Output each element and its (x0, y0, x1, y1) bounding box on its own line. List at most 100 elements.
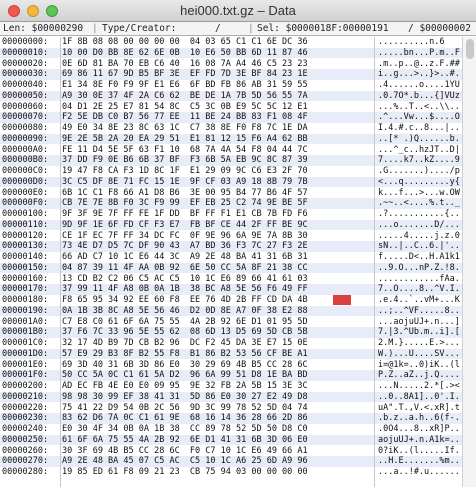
row-ascii[interactable]: .4......o....1YU (378, 80, 460, 91)
row-ascii[interactable]: ...^_c..hzJT..D| (378, 145, 460, 156)
row-ascii[interactable]: .0O4...8..xR]P.. (378, 424, 460, 435)
row-hex-bytes[interactable]: 10 00 D0 BB 8E 62 6E 0B 10 E6 50 BB 6D 1… (62, 48, 308, 59)
row-hex-bytes[interactable]: 9E 2E 5B 2A 20 EA 29 51 E1 81 12 15 F6 A… (62, 134, 308, 145)
row-ascii[interactable]: ..;..^VF.....8.. (378, 306, 460, 317)
row-hex-bytes[interactable]: 19 85 ED 61 F8 09 21 23 CB 75 94 03 00 0… (62, 467, 308, 478)
row-ascii[interactable]: ..[* .)Q......b. (378, 134, 460, 145)
row-hex-bytes[interactable]: 37 DD F9 0E B6 6B 37 BF F3 6B 5A EB 9C 8… (62, 155, 308, 166)
row-ascii[interactable]: .?...........{.. (378, 209, 460, 220)
row-ascii[interactable]: f.....D<..H.A1k1 (378, 252, 460, 263)
row-ascii[interactable]: 7.|3.^Ub.m..i].[ (378, 327, 460, 338)
hex-row[interactable]: 00000130: 73 4E D7 D5 7C DF 90 43 A7 BD 3… (0, 241, 462, 252)
row-ascii[interactable]: 7..O....8..^V.I. (378, 284, 460, 295)
row-hex-bytes[interactable]: F2 5E DB C0 B7 56 77 EE 11 BE 24 BB 83 F… (62, 112, 308, 123)
row-hex-bytes[interactable]: 98 98 30 99 EF 38 41 31 5D 86 E0 30 27 E… (62, 392, 308, 403)
row-hex-bytes[interactable]: 04 87 39 11 4F AA 0B 92 6E 50 CC 5A 8F 2… (62, 263, 308, 274)
row-hex-bytes[interactable]: 0E 6D 81 BA 70 EB C6 40 16 08 7A A4 46 C… (62, 59, 308, 70)
row-ascii[interactable]: .0.7O*.b...{]VUz (378, 91, 460, 102)
row-ascii[interactable]: .G.......)..../p (378, 166, 460, 177)
row-hex-bytes[interactable]: 61 6F 6A 75 55 4A 2B 92 6E D1 41 31 6B 3… (62, 435, 308, 446)
row-hex-bytes[interactable]: A9 30 0E 37 4F 2A C6 62 BE DE 1A 7B 5D 5… (62, 91, 308, 102)
row-hex-bytes[interactable]: 6B 1C C1 F8 66 A1 D8 B6 3E 00 95 B4 77 B… (62, 188, 308, 199)
hex-row[interactable]: 00000180: F8 65 95 34 92 EE 60 F8 EE 76 4… (0, 295, 462, 306)
row-hex-bytes[interactable]: 83 62 D6 7A 0C C1 61 9E 68 16 14 36 28 6… (62, 413, 308, 424)
row-ascii[interactable]: ..9.O...nP.Z.!8. (378, 263, 460, 274)
hex-row[interactable]: 000000D0: 3C C5 DF 8E 71 FC 15 1E 9F CF 0… (0, 176, 462, 188)
row-ascii[interactable]: i=@1k=..0)iK..(l (378, 360, 460, 371)
row-hex-bytes[interactable]: 37 99 11 4F A8 0B 0A 1B 38 BC A8 5E 56 F… (62, 284, 308, 295)
row-hex-bytes[interactable]: A9 2E 48 BA 45 07 C5 AC C5 10 1C A6 25 6… (62, 456, 308, 467)
hex-row[interactable]: 00000070: F2 5E DB C0 B7 56 77 EE 11 BE 2… (0, 112, 462, 123)
hex-row[interactable]: 000001E0: 69 3D 40 31 6B 3D 86 E0 30 29 6… (0, 360, 462, 371)
row-hex-bytes[interactable]: 04 D1 2E 25 E7 81 54 8C C5 3C 0B E9 5C 5… (62, 102, 308, 113)
row-ascii[interactable]: uA".T.,V.<.xR].t (378, 403, 460, 414)
hex-row[interactable]: 000000B0: 37 DD F9 0E B6 6B 37 BF F3 6B 5… (0, 155, 462, 166)
row-ascii[interactable]: aojuUJ+.n.A1k=.. (378, 435, 460, 446)
hex-row[interactable]: 00000170: 37 99 11 4F A8 0B 0A 1B 38 BC A… (0, 284, 462, 295)
row-hex-bytes[interactable]: 0A 1B 3B 8C A8 5E 56 46 D2 0D 8E A7 0F 3… (62, 306, 308, 317)
hex-row[interactable]: 00000280: 19 85 ED 61 F8 09 21 23 CB 75 9… (0, 467, 462, 478)
hex-row[interactable]: 00000260: 30 3F 69 4B B5 CC 28 6C F0 C7 1… (0, 446, 462, 457)
row-ascii[interactable]: ............fAa. (378, 274, 460, 285)
row-ascii[interactable]: I.4.#.c..8...|.. (378, 123, 460, 134)
row-ascii[interactable]: .....bn...P.m..F (378, 48, 460, 59)
hex-row[interactable]: 00000160: 13 CD B2 C2 06 C5 AC C5 10 1C E… (0, 274, 462, 285)
hex-row[interactable]: 00000200: AD EC FB 4E E0 E0 09 95 9E 32 F… (0, 381, 462, 392)
hex-row[interactable]: 00000270: A9 2E 48 BA 45 07 C5 AC C5 10 1… (0, 456, 462, 467)
hex-row[interactable]: 000000C0: 19 47 F8 CA F3 1D 8C 1F E1 29 0… (0, 166, 462, 177)
row-hex-bytes[interactable]: 37 F6 7C 33 96 5E 55 62 08 6D 13 D5 69 5… (62, 327, 308, 338)
hex-row[interactable]: 00000010: 10 00 D0 BB 8E 62 6E 0B 10 E6 5… (0, 47, 462, 59)
row-hex-bytes[interactable]: FE 11 D4 5E 5F 63 F1 10 68 7A 4A 54 F8 0… (62, 145, 308, 156)
row-ascii[interactable]: ...%..T..<..\\.. (378, 102, 460, 113)
row-hex-bytes[interactable]: E0 30 4F 34 0B 0A 1B 38 CC 89 78 52 5D 5… (62, 424, 308, 435)
row-hex-bytes[interactable]: 73 4E D7 D5 7C DF 90 43 A7 BD 36 F3 7C 2… (62, 241, 308, 252)
row-hex-bytes[interactable]: F8 65 95 34 92 EE 60 F8 EE 76 4D 2B FF C… (62, 295, 308, 306)
row-ascii[interactable]: 0?iK..(l.....If. (378, 446, 460, 457)
row-hex-bytes[interactable]: 9D 9F 1E 6F FD CF F3 E7 FB BF CE 44 2F F… (62, 220, 308, 231)
row-ascii[interactable]: ...o.......D/... (378, 220, 460, 231)
hex-row[interactable]: 000000A0: FE 11 D4 5E 5F 63 F1 10 68 7A 4… (0, 145, 462, 156)
row-ascii[interactable]: 7....k7..kZ....9 (378, 155, 460, 166)
row-ascii[interactable]: .m..p..@..z.F.## (378, 59, 460, 70)
row-hex-bytes[interactable]: 69 86 11 67 9D B5 BF 3E EF FD 7D 3E BF 8… (62, 69, 308, 80)
hex-data-view[interactable]: 00000000: 1F 8B 08 08 00 00 00 00 04 03 6… (0, 37, 462, 487)
row-ascii[interactable]: 2.M.}.....E.>... (378, 338, 460, 349)
hex-row[interactable]: 00000230: 83 62 D6 7A 0C C1 61 9E 68 16 1… (0, 413, 462, 424)
hex-row[interactable]: 00000100: 9F 3F 9E 7F FF FE 1F DD BF FF F… (0, 209, 462, 220)
hex-row[interactable]: 00000190: 0A 1B 3B 8C A8 5E 56 46 D2 0D 8… (0, 305, 462, 317)
hex-row[interactable]: 000001B0: 37 F6 7C 33 96 5E 55 62 08 6D 1… (0, 327, 462, 338)
row-hex-bytes[interactable]: 69 3D 40 31 6B 3D 86 E0 30 29 69 4B B5 C… (62, 360, 308, 371)
hex-row[interactable]: 00000040: E1 34 8E F0 F9 9F E1 E6 6F BD F… (0, 80, 462, 91)
hex-row[interactable]: 00000220: 75 41 22 D9 54 0B 2C 56 9D 3C 9… (0, 403, 462, 414)
hex-row[interactable]: 00000210: 98 98 30 99 EF 38 41 31 5D 86 E… (0, 391, 462, 403)
hex-row[interactable]: 000001D0: 57 E9 29 B3 8F B2 55 F8 B1 86 B… (0, 348, 462, 360)
row-ascii[interactable]: ..H.E.......%m.. (378, 456, 460, 467)
hex-row[interactable]: 00000140: 66 AD C7 10 1C E6 44 3C A9 2E 4… (0, 252, 462, 263)
row-ascii[interactable]: W.)...U....SV... (378, 349, 460, 360)
row-hex-bytes[interactable]: 30 3F 69 4B B5 CC 28 6C F0 C7 10 1C E6 4… (62, 446, 308, 457)
hex-row[interactable]: 00000020: 0E 6D 81 BA 70 EB C6 40 16 08 7… (0, 59, 462, 70)
hex-row[interactable]: 000000E0: 6B 1C C1 F8 66 A1 D8 B6 3E 00 9… (0, 188, 462, 199)
hex-row[interactable]: 00000240: E0 30 4F 34 0B 0A 1B 38 CC 89 7… (0, 424, 462, 435)
row-ascii[interactable]: sN..|..C..6.|'.. (378, 241, 460, 252)
row-ascii[interactable]: ..0..8A1]..0'.I. (378, 392, 460, 403)
row-ascii[interactable]: .b.z..a.h..6(f-. (378, 413, 460, 424)
hex-row[interactable]: 00000250: 61 6F 6A 75 55 4A 2B 92 6E D1 4… (0, 434, 462, 446)
row-ascii[interactable]: ..........n.6 (378, 37, 445, 48)
hex-row[interactable]: 00000050: A9 30 0E 37 4F 2A C6 62 BE DE 1… (0, 90, 462, 102)
row-hex-bytes[interactable]: 19 47 F8 CA F3 1D 8C 1F E1 29 09 9C C6 E… (62, 166, 308, 177)
hex-row[interactable]: 000000F0: CB 7E 7E 8B F0 3C F9 99 EF EB 2… (0, 198, 462, 209)
row-hex-bytes[interactable]: 66 AD C7 10 1C E6 44 3C A9 2E 48 BA 41 3… (62, 252, 308, 263)
row-ascii[interactable]: .^...Vw...$....O (378, 112, 460, 123)
row-hex-bytes[interactable]: CE 1F EC 7F FF 34 DC FC 0F 9E 96 6A 9E 7… (62, 231, 308, 242)
row-ascii[interactable]: i..g...>..}>..#. (378, 69, 460, 80)
hex-row[interactable]: 00000110: 9D 9F 1E 6F FD CF F3 E7 FB BF C… (0, 219, 462, 231)
hex-row[interactable]: 00000150: 04 87 39 11 4F AA 0B 92 6E 50 C… (0, 262, 462, 274)
hex-row[interactable]: 000001A0: C7 E8 C0 61 6F 6A 75 55 4A 2B 9… (0, 317, 462, 328)
row-ascii[interactable]: ...a..!#.u...... (378, 467, 460, 478)
row-hex-bytes[interactable]: 50 CC 5A 0C C1 61 5A D2 96 6A 99 51 D8 1… (62, 370, 308, 381)
row-hex-bytes[interactable]: 57 E9 29 B3 8F B2 55 F8 B1 86 B2 53 56 C… (62, 349, 308, 360)
vertical-scrollbar[interactable] (462, 37, 476, 487)
row-hex-bytes[interactable]: E1 34 8E F0 F9 9F E1 E6 6F BD FB 86 AB 3… (62, 80, 308, 91)
hex-row[interactable]: 00000030: 69 86 11 67 9D B5 BF 3E EF FD 7… (0, 69, 462, 80)
